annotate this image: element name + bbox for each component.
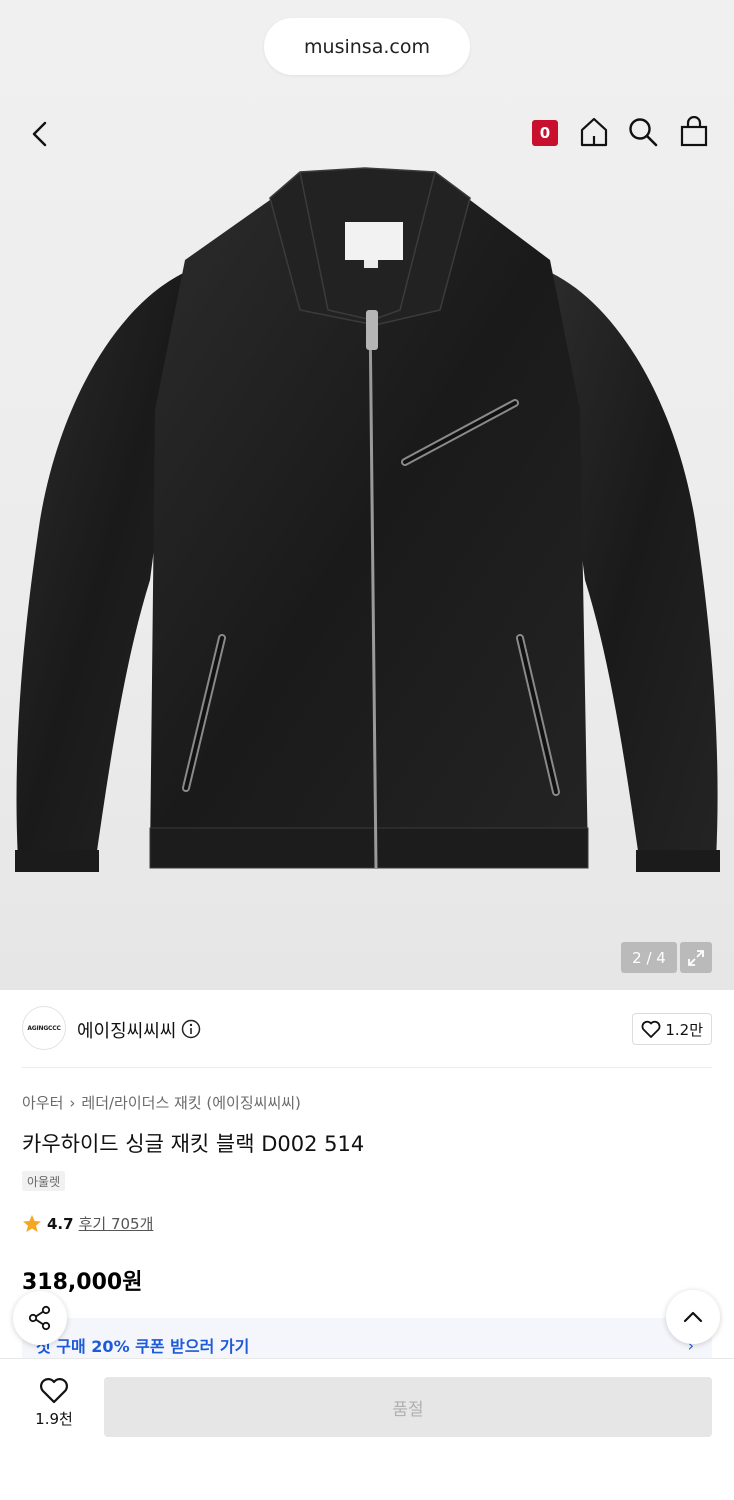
shopping-bag-button[interactable]: [676, 114, 712, 150]
breadcrumb-item-category[interactable]: 아우터: [22, 1092, 63, 1113]
info-icon[interactable]: [181, 1019, 201, 1039]
image-counter: 2 / 4: [621, 942, 677, 973]
brand-logo[interactable]: AGINGCCC: [22, 1006, 66, 1050]
outlet-tag: 아울렛: [22, 1171, 66, 1191]
coupon-text: 첫 구매 20% 쿠폰 받으러 가기: [36, 1337, 250, 1356]
brand-row: AGINGCCC 에이징씨씨씨 1.2만: [22, 1006, 712, 1052]
product-title: 카우하이드 싱글 재킷 블랙 D002 514: [22, 1132, 365, 1156]
expand-image-button[interactable]: [680, 942, 712, 973]
product-image-leather-jacket: [15, 167, 720, 872]
chevron-left-icon: [32, 121, 47, 147]
expand-icon: [688, 949, 704, 966]
coupon-banner[interactable]: 첫 구매 20% 쿠폰 받으러 가기 ›: [22, 1318, 712, 1358]
star-icon: [23, 1215, 41, 1232]
rating-value: 4.7: [47, 1214, 74, 1233]
url-text: musinsa.com: [304, 35, 430, 58]
share-icon: [28, 1305, 51, 1331]
sold-out-button: 품절: [104, 1377, 712, 1437]
home-icon: [580, 117, 608, 147]
brand-name[interactable]: 에이징씨씨씨: [77, 1017, 176, 1043]
cart-count-badge[interactable]: 0: [532, 120, 558, 146]
search-button[interactable]: [625, 114, 661, 150]
breadcrumb-item-subcategory[interactable]: 레더/라이더스 재킷 (에이징씨씨씨): [81, 1092, 301, 1113]
browser-url-bar[interactable]: musinsa.com: [264, 18, 470, 75]
review-link[interactable]: 후기 705개: [79, 1213, 154, 1234]
rating-row: 4.7 후기 705개: [22, 1213, 153, 1234]
brand-like-button[interactable]: 1.2만: [632, 1013, 712, 1045]
sold-out-label: 품절: [392, 1399, 424, 1420]
breadcrumb-separator-icon: ›: [69, 1093, 76, 1112]
home-button[interactable]: [576, 114, 612, 150]
bottom-action-bar: 1.9천 품절: [0, 1358, 734, 1500]
scroll-to-top-button[interactable]: [666, 1290, 720, 1344]
shopping-bag-icon: [680, 116, 708, 147]
cart-count: 0: [539, 124, 551, 142]
wishlist-button[interactable]: 1.9천: [22, 1377, 86, 1437]
heart-icon: [40, 1378, 68, 1404]
divider: [22, 1067, 712, 1068]
breadcrumb: 아우터 › 레더/라이더스 재킷 (에이징씨씨씨): [22, 1092, 301, 1113]
share-button[interactable]: [13, 1291, 67, 1345]
chevron-up-icon: [683, 1311, 703, 1323]
image-counter-text: 2 / 4: [632, 948, 666, 967]
heart-icon: [641, 1020, 661, 1038]
back-button[interactable]: [20, 112, 60, 156]
search-icon: [629, 118, 658, 147]
outlet-tag-label: 아울렛: [27, 1174, 61, 1189]
brand-like-count: 1.2만: [665, 1020, 703, 1039]
wishlist-count: 1.9천: [35, 1410, 73, 1428]
product-image-gallery[interactable]: musinsa.com 0 2 / 4: [0, 0, 734, 990]
brand-logo-text: AGINGCCC: [27, 1024, 61, 1032]
